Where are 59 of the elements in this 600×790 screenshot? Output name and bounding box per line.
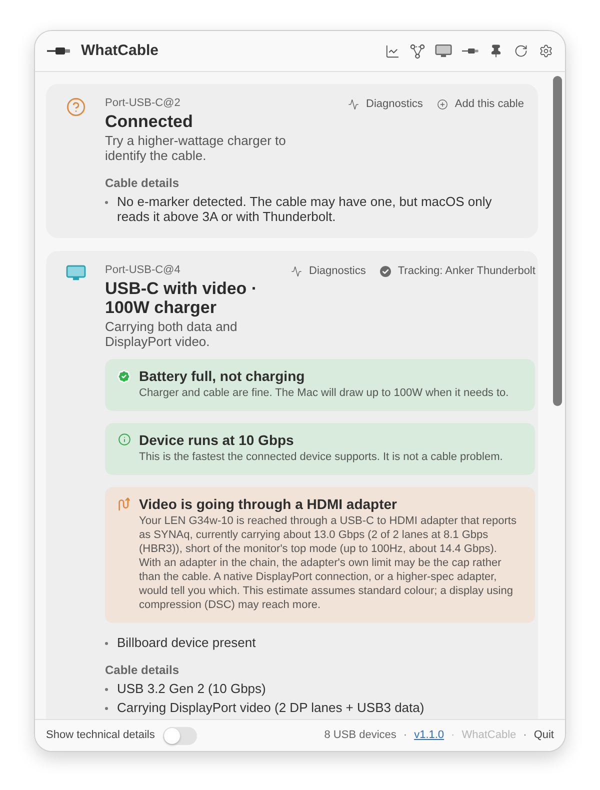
list-item-text: Billboard device present — [117, 635, 256, 650]
bullet-icon — [105, 688, 108, 691]
separator-dot: · — [451, 728, 455, 744]
port-title: USB-C with video · 100W charger — [105, 279, 258, 317]
pulse-icon — [291, 266, 302, 276]
toggle-label: Show technical details — [46, 728, 155, 744]
port-name: Port-USB-C@4 — [105, 263, 182, 277]
port-description: Carrying both data and DisplayPort video. — [105, 319, 238, 349]
port-title: Connected — [105, 112, 194, 131]
refresh-button[interactable] — [513, 43, 529, 59]
refresh-icon — [514, 44, 528, 58]
displays-button[interactable] — [434, 43, 452, 59]
info-icon — [118, 433, 130, 446]
diagnostics-button[interactable]: Diagnostics — [348, 97, 423, 111]
route-icon — [118, 497, 130, 511]
topology-button[interactable] — [409, 43, 425, 59]
toggle-switch[interactable] — [162, 726, 197, 744]
app-title: WhatCable — [81, 40, 159, 61]
app-name: WhatCable — [462, 728, 516, 744]
notice-title: Video is going through a HDMI adapter — [139, 496, 398, 513]
cable-icon — [462, 48, 478, 54]
notice-text: Your LEN G34w-10 is reached through a USB-C to HDMI adapter that reports as SYNAq, currently carrying about 13.0 Gbps (2 of 2 lanes at 8.1 Gbps (HBR3)), short of the monitor's top mode (up to 100Hz, about 14.4 Gbps). With an adapter in the chain, the adapter's own limit may be the cap rather than the cable. A native DisplayPort connection, or a higher-spec adapter, would tell you which. This estimate assumes standard colour; a display using compression (DSC) may reach more. — [139, 514, 518, 612]
notice-title: Device runs at 10 Gbps — [139, 432, 295, 449]
list-item-text: Carrying DisplayPort video (2 DP lanes + USB3 data) — [117, 700, 424, 715]
add-cable-button[interactable]: Add this cable — [436, 97, 524, 111]
notice-text: Charger and cable are fine. The Mac will draw up to 100W when it needs to. — [139, 386, 509, 400]
version-link[interactable]: v1.1.0 — [414, 727, 444, 744]
cable-logo-icon — [47, 47, 71, 55]
notice-text: This is the fastest the connected device supports. It is not a cable problem. — [139, 450, 503, 464]
add-circle-icon — [436, 98, 448, 110]
monitor-icon — [434, 44, 452, 58]
separator-dot: · — [523, 728, 527, 744]
bullet-icon — [105, 201, 108, 204]
settings-icon — [539, 44, 553, 58]
chart-button[interactable] — [384, 43, 400, 59]
pin-icon — [489, 44, 503, 58]
quit-button[interactable]: Quit — [534, 727, 554, 744]
bullet-icon — [105, 707, 108, 710]
port-name: Port-USB-C@2 — [105, 96, 182, 110]
port-description: Try a higher-wattage charger to identify the cable. — [105, 133, 287, 163]
list-item-text: USB 3.2 Gen 2 (10 Gbps) — [117, 681, 266, 696]
monitor-icon — [66, 264, 86, 282]
verified-badge-icon — [117, 369, 131, 384]
tracking-button[interactable]: Tracking: Anker Thunderbolt — [380, 264, 536, 278]
scrollbar-thumb[interactable] — [553, 76, 562, 406]
notice-title: Battery full, not charging — [139, 368, 306, 385]
nodes-icon — [410, 44, 424, 58]
pulse-icon — [348, 98, 360, 110]
line-chart-icon — [384, 44, 400, 58]
device-count: 8 USB devices — [324, 728, 396, 744]
list-item-text: No e-marker detected. The cable may have one, but macOS only reads it above 3A or with Thunderbolt. — [117, 194, 493, 224]
separator-dot: · — [403, 728, 408, 744]
settings-button[interactable] — [538, 43, 554, 59]
section-heading: Cable details — [105, 176, 180, 191]
diagnostics-button[interactable]: Diagnostics — [291, 264, 366, 278]
question-circle-icon — [66, 97, 86, 117]
section-heading: Cable details — [105, 663, 180, 678]
bullet-icon — [105, 642, 108, 645]
check-circle-icon — [380, 266, 391, 276]
